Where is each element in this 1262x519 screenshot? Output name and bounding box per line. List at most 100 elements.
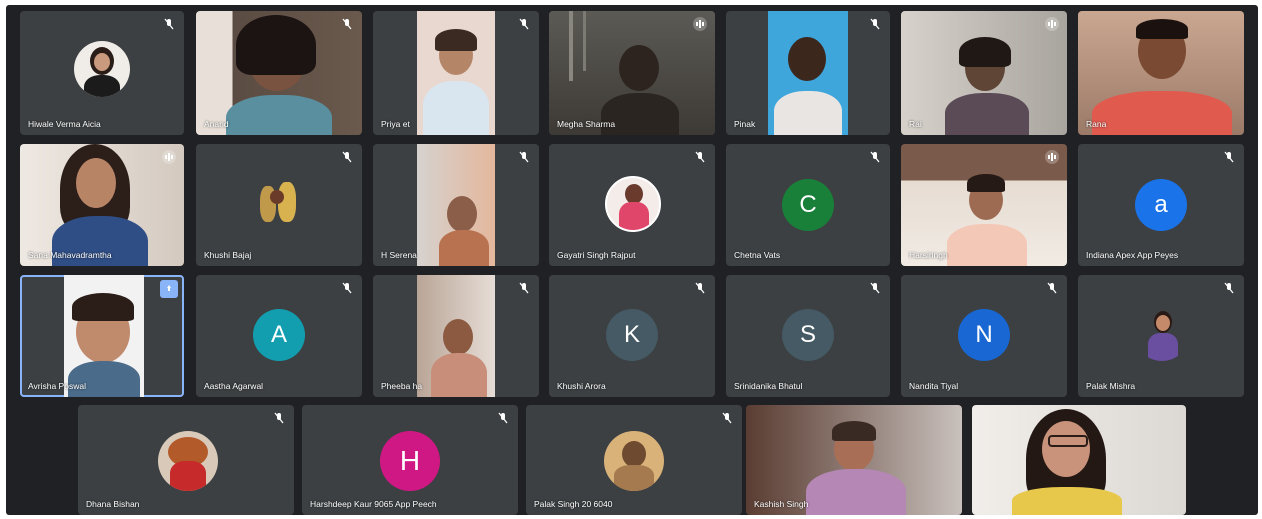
mic-muted-icon (272, 411, 286, 425)
mic-muted-icon (868, 150, 882, 164)
participant-avatar (604, 431, 664, 491)
participant-name: Palak Mishra (1086, 381, 1136, 391)
participant-video (549, 11, 715, 135)
participant-tile[interactable]: Sana Mahavadramtha (20, 144, 184, 266)
mic-muted-icon (517, 281, 531, 295)
participant-name: Sana Mahavadramtha (28, 250, 112, 260)
mic-muted-icon (162, 17, 176, 31)
participant-video (901, 144, 1067, 266)
participant-avatar (605, 176, 661, 232)
participant-name: Indiana Apex App Peyes (1086, 250, 1179, 260)
participant-name: Gayatri Singh Rajput (557, 250, 636, 260)
participant-name: Harsiringh (909, 250, 948, 260)
mic-muted-icon (340, 17, 354, 31)
participant-name: Avrisha Poswal (28, 381, 86, 391)
mic-muted-icon (517, 150, 531, 164)
participant-tile[interactable]: Rana (1078, 11, 1244, 135)
participant-avatar: S (782, 309, 834, 361)
mic-muted-icon (868, 17, 882, 31)
participant-video (768, 11, 848, 135)
participant-tile[interactable]: H Harshdeep Kaur 9065 App Peech (302, 405, 518, 515)
participant-name: Chetna Vats (734, 250, 781, 260)
participant-avatar: a (1135, 179, 1187, 231)
participant-video (1078, 11, 1244, 135)
mic-on-icon (693, 17, 707, 31)
participant-tile[interactable]: Anand (196, 11, 362, 135)
participant-tile[interactable]: A Aastha Agarwal (196, 275, 362, 397)
mic-muted-icon (1222, 150, 1236, 164)
participant-avatar: C (782, 179, 834, 231)
participant-name: Megha Sharma (557, 119, 616, 129)
participant-video (972, 405, 1186, 515)
participant-avatar (252, 176, 308, 232)
mic-on-icon (162, 150, 176, 164)
mic-muted-icon (1045, 281, 1059, 295)
participant-name: Pinak (734, 119, 756, 129)
participant-name: Harshdeep Kaur 9065 App Peech (310, 499, 437, 509)
participant-avatar (74, 41, 130, 97)
participant-avatar: H (380, 431, 440, 491)
mic-muted-icon (693, 150, 707, 164)
participant-tile[interactable]: Rai (901, 11, 1067, 135)
participant-avatar (1134, 305, 1190, 361)
participant-tile[interactable]: S Srinidanika Bhatul (726, 275, 890, 397)
participant-tile[interactable]: Palak Mishra (1078, 275, 1244, 397)
participant-tile[interactable]: C Chetna Vats (726, 144, 890, 266)
participant-tile[interactable]: Hiwale Verma Aicia (20, 11, 184, 135)
mic-muted-icon (340, 281, 354, 295)
mic-muted-icon (868, 281, 882, 295)
participant-name: Srinidanika Bhatul (734, 381, 803, 391)
participant-tile[interactable]: Avrisha Poswal (20, 275, 184, 397)
participant-avatar (158, 431, 218, 491)
mic-muted-icon (720, 411, 734, 425)
participant-video (417, 275, 495, 397)
participant-name: Dhana Bishan (86, 499, 140, 509)
participant-tile[interactable]: Harsiringh (901, 144, 1067, 266)
pin-icon[interactable] (160, 280, 178, 298)
mic-muted-icon (340, 150, 354, 164)
participant-name: Anand (204, 119, 229, 129)
participant-video (901, 11, 1067, 135)
participant-name: Hiwale Verma Aicia (28, 119, 101, 129)
participant-tile[interactable]: Dhana Bishan (78, 405, 294, 515)
participant-name: Nandita Tiyal (909, 381, 959, 391)
participant-tile[interactable]: Kashish Singh (746, 405, 962, 515)
meeting-grid: Hiwale Verma Aicia Anand Priya et Megha … (6, 5, 1258, 515)
participant-tile[interactable]: Pheeba ha (373, 275, 539, 397)
participant-name: Aastha Agarwal (204, 381, 264, 391)
participant-name: Khushi Bajaj (204, 250, 252, 260)
participant-name: Palak Singh 20 6040 (534, 499, 613, 509)
mic-muted-icon (517, 17, 531, 31)
participant-tile[interactable]: N Nandita Tiyal (901, 275, 1067, 397)
participant-name: H Serena (381, 250, 417, 260)
participant-name: Rana (1086, 119, 1107, 129)
mic-on-icon (1045, 17, 1059, 31)
participant-avatar: N (958, 309, 1010, 361)
participant-tile[interactable]: H Serena (373, 144, 539, 266)
participant-tile[interactable]: Megha Sharma (549, 11, 715, 135)
participant-video (64, 275, 144, 397)
participant-name: Kashish Singh (754, 499, 809, 509)
mic-muted-icon (496, 411, 510, 425)
participant-avatar: K (606, 309, 658, 361)
mic-on-icon (1045, 150, 1059, 164)
participant-tile[interactable]: a Indiana Apex App Peyes (1078, 144, 1244, 266)
participant-video (417, 144, 495, 266)
participant-tile[interactable] (972, 405, 1186, 515)
participant-video (417, 11, 495, 135)
mic-muted-icon (1222, 281, 1236, 295)
participant-tile[interactable]: Gayatri Singh Rajput (549, 144, 715, 266)
participant-tile[interactable]: Khushi Bajaj (196, 144, 362, 266)
mic-muted-icon (693, 281, 707, 295)
participant-video (20, 144, 184, 266)
participant-avatar: A (253, 309, 305, 361)
participant-tile[interactable]: Priya et (373, 11, 539, 135)
participant-tile[interactable]: K Khushi Arora (549, 275, 715, 397)
participant-video (196, 11, 362, 135)
participant-name: Rai (909, 119, 922, 129)
participant-name: Khushi Arora (557, 381, 606, 391)
participant-name: Pheeba ha (381, 381, 423, 391)
participant-name: Priya et (381, 119, 410, 129)
participant-tile[interactable]: Pinak (726, 11, 890, 135)
participant-tile[interactable]: Palak Singh 20 6040 (526, 405, 742, 515)
